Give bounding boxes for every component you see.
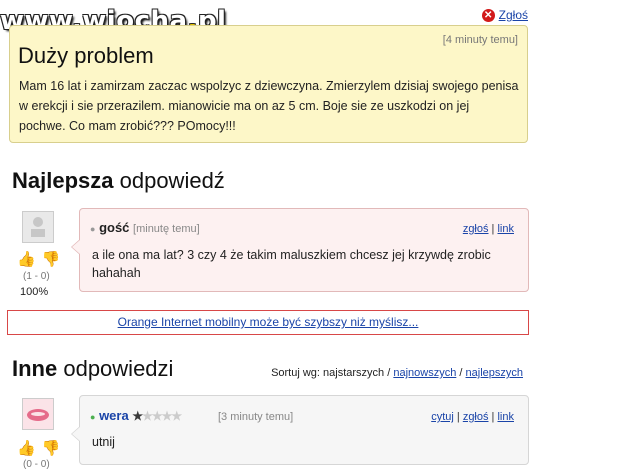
answer-text: utnij [92,435,115,449]
question-box: [4 minuty temu] Duży problem Mam 16 lat … [9,25,528,143]
thumbs-down-icon[interactable]: 👎 [42,439,61,457]
online-dot-icon: ● [90,412,96,422]
thumbs-up-icon[interactable]: 👍 [17,250,36,268]
answer-author: ● gość [minutę temu] [90,220,200,235]
question-title: Duży problem [18,43,154,68]
vote-count: (1 - 0) [23,271,50,282]
answer-permalink[interactable]: link [497,411,514,423]
sort-newest-link[interactable]: najnowszych [393,367,456,379]
ad-link[interactable]: Orange Internet mobilny może być szybszy… [118,315,419,329]
report-link[interactable]: Zgłoś [499,8,528,22]
avatar-guest [22,211,54,243]
question-time: [4 minuty temu] [442,34,518,46]
report-icon: ✕ [481,8,495,22]
best-answer-box: ● gość [minutę temu] zgłoś | link a ile … [71,208,529,292]
rating-stars-icon: ★★★★★ [132,409,182,423]
answer-permalink[interactable]: link [497,223,514,235]
user-avatar-icon [23,399,53,429]
report-answer-link[interactable]: zgłoś [463,411,489,423]
quote-link[interactable]: cytuj [431,411,454,423]
thumbs-down-icon[interactable]: 👎 [42,250,61,268]
answer-links: zgłoś | link [462,223,514,235]
question-body: Mam 16 lat i zamirzam zaczac wspolzyc z … [19,79,519,133]
best-answer-heading: Najlepsza odpowiedź [12,168,225,193]
answer-text: a ile ona ma lat? 3 czy 4 że takim malus… [92,248,491,280]
answer-time: [3 minuty temu] [218,411,294,423]
other-answer-vote: 👍 👎 [17,439,60,457]
offline-dot-icon: ● [90,224,96,234]
thumbs-up-icon[interactable]: 👍 [17,439,36,457]
ad-banner: Orange Internet mobilny może być szybszy… [7,310,529,335]
avatar-wera [22,398,54,430]
answer-links: cytuj | zgłoś | link [431,411,514,423]
answer-author: ● wera ★★★★★ [90,408,182,423]
sort-best-link[interactable]: najlepszych [466,367,523,379]
other-answers-heading: Inne odpowiedzi [12,356,174,381]
best-answer-vote: 👍 👎 [17,250,60,268]
sort-controls: Sortuj wg: najstarszych / najnowszych / … [271,367,523,379]
guest-avatar-icon [23,212,53,242]
report-question[interactable]: ✕ Zgłoś [481,8,528,22]
answer-box: ● wera ★★★★★ [3 minuty temu] cytuj | zgł… [71,395,529,465]
report-answer-link[interactable]: zgłoś [463,223,489,235]
vote-percent: 100% [20,286,49,298]
